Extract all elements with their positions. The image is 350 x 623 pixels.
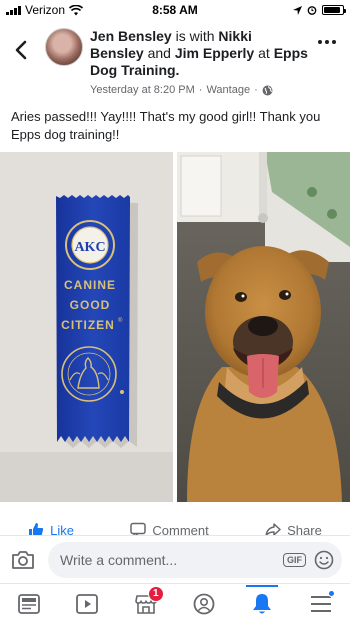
- notifications-icon: [253, 593, 272, 613]
- menu-dot-badge: [327, 589, 335, 597]
- comment-input[interactable]: [60, 551, 283, 568]
- ribbon-photo[interactable]: AKC CANINE GOOD CITIZEN ®: [0, 152, 173, 502]
- battery-icon: [322, 5, 346, 15]
- post-location[interactable]: Wantage: [206, 82, 250, 99]
- camera-button[interactable]: [8, 545, 38, 575]
- menu-icon: [310, 595, 331, 612]
- meta-separator: ·: [254, 84, 258, 96]
- meta-separator: ·: [198, 84, 203, 96]
- carrier-label: Verizon: [25, 3, 66, 17]
- emoji-icon[interactable]: [314, 550, 334, 570]
- post-meta: Yesterday at 8:20 PM · Wantage ·: [90, 82, 308, 99]
- ribbon-line-1: CANINE: [64, 278, 116, 292]
- tagged-user-2[interactable]: Jim Epperly: [175, 45, 254, 61]
- nav-notifications[interactable]: [242, 584, 282, 622]
- marketplace-badge: 1: [147, 585, 164, 602]
- ribbon-line-3: CITIZEN: [61, 318, 115, 332]
- battery-level: [324, 7, 341, 13]
- news-feed-icon: [18, 593, 41, 614]
- dog-photo[interactable]: [177, 152, 350, 502]
- wifi-icon: [69, 4, 84, 15]
- post-header: Jen Bensley is with Nikki Bensley and Ji…: [0, 24, 350, 96]
- avatar[interactable]: [45, 28, 83, 66]
- author-name[interactable]: Jen Bensley: [90, 28, 172, 44]
- and-text: and: [147, 45, 171, 61]
- comment-composer: GIF: [0, 535, 350, 583]
- post-header-text: Jen Bensley is with Nikki Bensley and Ji…: [90, 28, 308, 99]
- dog-image: [177, 152, 350, 502]
- post-text: Aries passed!!! Yay!!!! That's my good g…: [11, 109, 321, 142]
- profile-icon: [193, 593, 215, 614]
- nav-watch[interactable]: [67, 586, 107, 622]
- ribbon-line-2: GOOD: [70, 298, 111, 312]
- bottom-nav: 1: [0, 583, 350, 623]
- nav-news-feed[interactable]: [9, 586, 49, 622]
- nav-profile[interactable]: [184, 586, 224, 622]
- status-bar: Verizon 8:58 AM: [0, 0, 350, 20]
- akc-seal-text: AKC: [74, 240, 105, 255]
- watch-icon: [76, 593, 99, 614]
- carrier-group: Verizon: [6, 3, 84, 17]
- alarm-icon: [307, 6, 317, 15]
- is-with-text: is with: [175, 28, 215, 44]
- ribbon-image: AKC CANINE GOOD CITIZEN ®: [0, 152, 173, 502]
- post-timestamp[interactable]: Yesterday at 8:20 PM: [90, 82, 195, 99]
- signal-icon: [6, 5, 21, 15]
- ribbon-reg-mark: ®: [118, 317, 123, 324]
- camera-icon: [12, 550, 34, 569]
- globe-icon: [262, 85, 273, 96]
- at-text: at: [258, 45, 270, 61]
- back-button[interactable]: [10, 38, 32, 62]
- nav-marketplace[interactable]: 1: [126, 585, 166, 622]
- location-arrow-icon: [293, 5, 302, 15]
- comment-input-wrapper: GIF: [48, 541, 342, 578]
- more-options-button[interactable]: [318, 40, 336, 44]
- status-icons: [293, 5, 346, 15]
- gif-button[interactable]: GIF: [283, 552, 306, 567]
- chevron-left-icon: [15, 40, 27, 60]
- nav-menu[interactable]: [301, 586, 341, 622]
